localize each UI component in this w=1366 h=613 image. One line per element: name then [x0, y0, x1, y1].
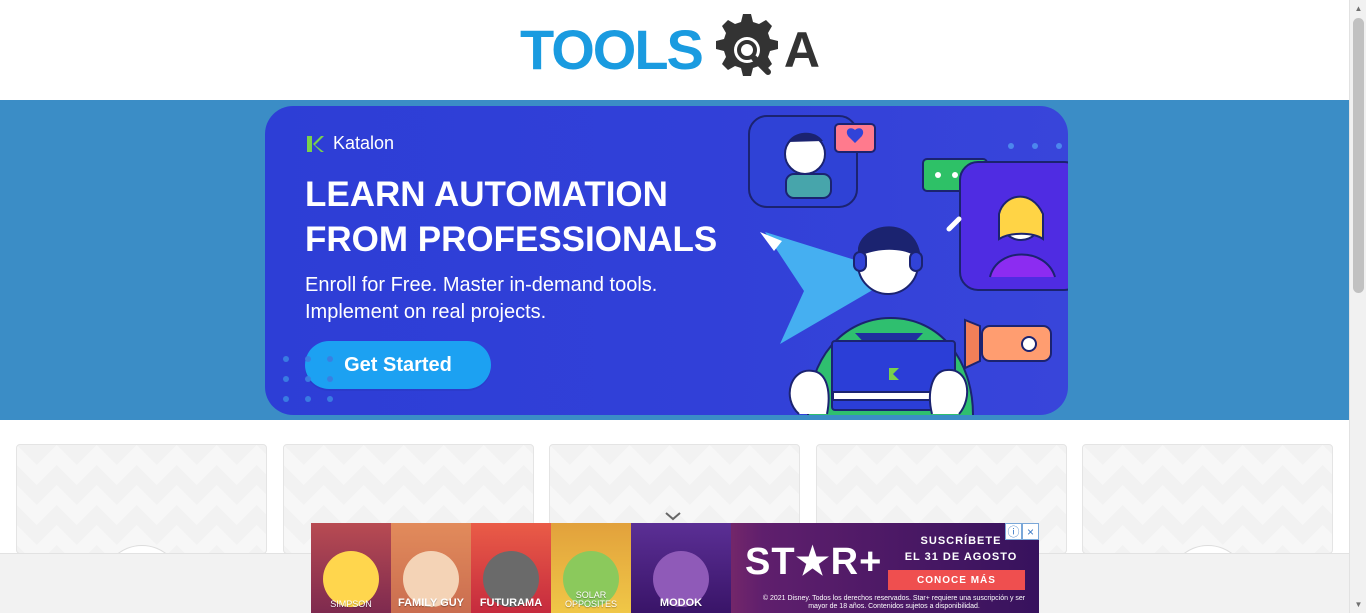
- ad-panel-solar-opposites: SOLAR OPPOSITES: [551, 523, 631, 613]
- site-header: TOOLS A: [0, 0, 1349, 100]
- scroll-down-icon[interactable]: ▼: [1354, 600, 1363, 609]
- katalon-logo-icon: [307, 135, 324, 152]
- katalon-promo-banner[interactable]: Katalon LEARN AUTOMATION FROM PROFESSION…: [265, 106, 1068, 415]
- promo-headline-line-1: LEARN AUTOMATION: [305, 175, 668, 214]
- ad-panel-label: SOLAR OPPOSITES: [564, 590, 617, 609]
- promo-subline-line-1: Enroll for Free. Master in-demand tools.: [305, 274, 658, 296]
- scroll-up-icon[interactable]: ▲: [1354, 4, 1363, 13]
- tools-qa-logo[interactable]: TOOLS A: [520, 12, 841, 88]
- learn-more-button[interactable]: CONOCE MÁS: [888, 570, 1025, 590]
- logo-mark: A: [710, 12, 820, 88]
- ad-panel-simpson: SIMPSON: [311, 523, 391, 613]
- chevron-down-icon[interactable]: [665, 511, 681, 521]
- promo-subline-line-2: Implement on real projects.: [305, 301, 547, 323]
- ad-panel-futurama: FUTURAMA: [471, 523, 551, 613]
- promo-headline-line-2: FROM PROFESSIONALS: [305, 220, 718, 259]
- ad-panel-label: FAMILY GUY: [397, 597, 465, 609]
- course-card[interactable]: [1082, 444, 1333, 554]
- hero-banner-band: Katalon LEARN AUTOMATION FROM PROFESSION…: [0, 100, 1349, 420]
- ad-panel-family-guy: FAMILY GUY: [391, 523, 471, 613]
- close-icon[interactable]: ×: [1022, 523, 1039, 540]
- ad-panel-label: FUTURAMA: [479, 597, 543, 609]
- star-plus-logo: ST★R+: [745, 541, 883, 583]
- decorative-dots-left: [283, 356, 333, 402]
- gear-icon: [715, 14, 778, 76]
- ad-legal-text: © 2021 Disney. Todos los derechos reserv…: [762, 595, 1026, 610]
- star-plus-advertisement[interactable]: SIMPSON FAMILY GUY FUTURAMA SOLAR OPPOSI…: [311, 523, 1039, 613]
- automation-learning-illustration: [748, 115, 1068, 415]
- katalon-brand: Katalon: [305, 133, 394, 154]
- ad-panel-label: SIMPSON: [330, 599, 372, 609]
- course-card[interactable]: [16, 444, 267, 554]
- promo-headline: LEARN AUTOMATION FROM PROFESSIONALS: [305, 172, 775, 262]
- tools-qa-page: TOOLS A Katalon LEARN AUTOMATION FROM PR…: [0, 0, 1366, 613]
- ad-panel-modok: MODOK: [631, 523, 731, 613]
- logo-text-a: A: [783, 22, 820, 78]
- katalon-brand-label: Katalon: [333, 133, 395, 153]
- logo-text-tools: TOOLS: [520, 18, 704, 81]
- ad-copy-line-2: EL 31 DE AGOSTO: [904, 551, 1018, 563]
- ad-panel-label: MODOK: [659, 597, 703, 609]
- scroll-thumb[interactable]: [1353, 18, 1364, 293]
- promo-subline: Enroll for Free. Master in-demand tools.…: [305, 272, 735, 326]
- info-icon[interactable]: ⓘ: [1005, 523, 1022, 540]
- vertical-scrollbar[interactable]: ▲ ▼: [1349, 0, 1366, 613]
